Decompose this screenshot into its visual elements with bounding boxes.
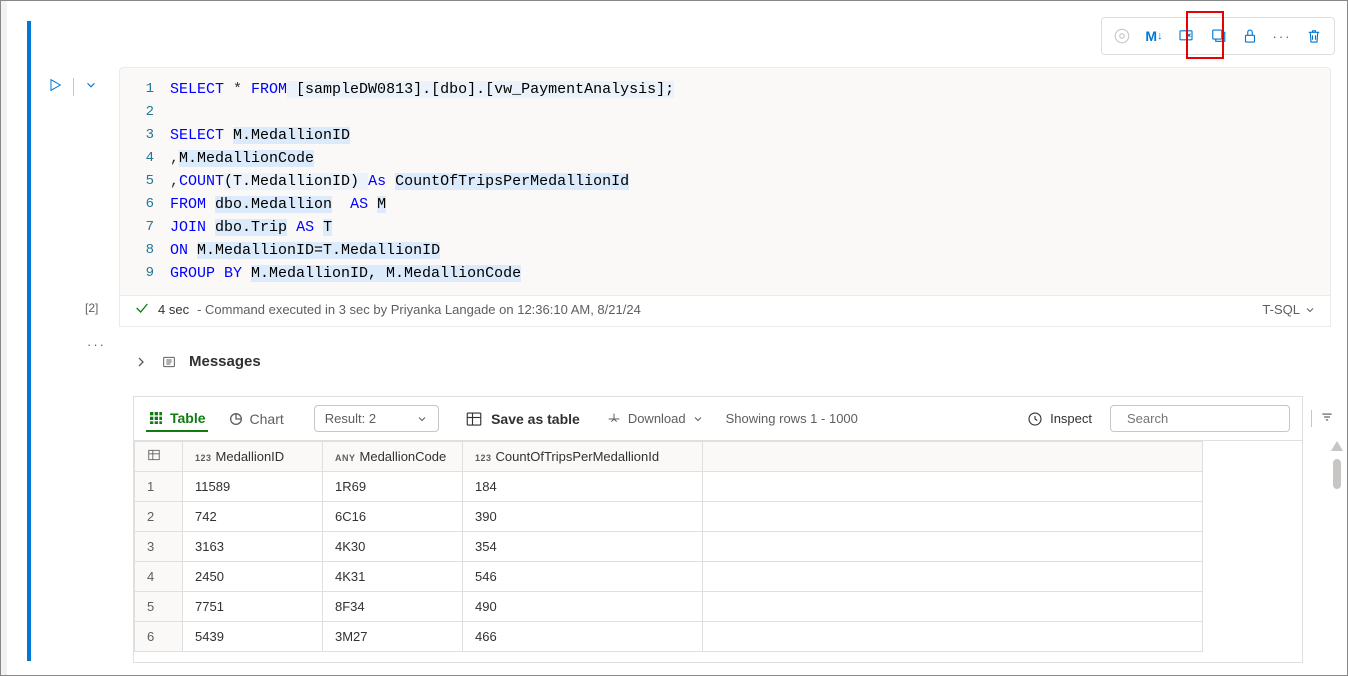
row-number: 3 <box>135 532 183 562</box>
search-input[interactable] <box>1127 411 1303 426</box>
cell-indicator-bar <box>27 21 31 661</box>
success-check-icon <box>134 300 150 319</box>
status-message: - Command executed in 3 sec by Priyanka … <box>197 302 641 317</box>
cell-index-label: [2] <box>85 301 98 315</box>
tab-table[interactable]: Table <box>146 406 208 432</box>
cell[interactable]: 3163 <box>183 532 323 562</box>
cell[interactable]: 6C16 <box>323 502 463 532</box>
messages-icon <box>161 354 177 370</box>
results-table[interactable]: 123MedallionIDANYMedallionCode123CountOf… <box>134 441 1302 662</box>
code-content[interactable]: SELECT M.MedallionID <box>170 124 350 147</box>
cell[interactable]: 2450 <box>183 562 323 592</box>
row-number: 2 <box>135 502 183 532</box>
table-row[interactable]: 1115891R69184 <box>135 472 1203 502</box>
cell[interactable]: 4K31 <box>323 562 463 592</box>
line-number: 9 <box>120 262 170 285</box>
column-header[interactable]: 123MedallionID <box>183 442 323 472</box>
cell[interactable]: 1R69 <box>323 472 463 502</box>
run-dropdown[interactable] <box>84 78 98 95</box>
cell[interactable]: 546 <box>463 562 703 592</box>
inspect-button[interactable]: Inspect <box>1026 410 1092 428</box>
chevron-right-icon <box>133 354 149 370</box>
copilot-icon[interactable] <box>1107 21 1137 51</box>
table-row[interactable]: 27426C16390 <box>135 502 1203 532</box>
lock-icon[interactable] <box>1235 21 1265 51</box>
table-row[interactable]: 577518F34490 <box>135 592 1203 622</box>
chevron-down-icon <box>692 413 704 425</box>
messages-label: Messages <box>189 353 261 370</box>
cell[interactable]: 466 <box>463 622 703 652</box>
status-duration: 4 sec <box>158 302 189 317</box>
row-number: 4 <box>135 562 183 592</box>
result-set-selector[interactable]: Result: 2 <box>314 405 439 432</box>
line-number: 3 <box>120 124 170 147</box>
cell-more-icon[interactable]: ··· <box>87 337 106 352</box>
cell[interactable]: 8F34 <box>323 592 463 622</box>
clear-output-icon[interactable] <box>1171 21 1201 51</box>
cell[interactable]: 390 <box>463 502 703 532</box>
row-number: 1 <box>135 472 183 502</box>
column-header[interactable]: ANYMedallionCode <box>323 442 463 472</box>
language-selector[interactable]: T-SQL <box>1262 302 1316 317</box>
line-number: 1 <box>120 78 170 101</box>
tab-chart[interactable]: Chart <box>226 407 286 431</box>
cell[interactable]: 184 <box>463 472 703 502</box>
line-number: 8 <box>120 239 170 262</box>
cell[interactable]: 354 <box>463 532 703 562</box>
cell[interactable]: 490 <box>463 592 703 622</box>
table-row[interactable]: 424504K31546 <box>135 562 1203 592</box>
code-content[interactable]: ,M.MedallionCode <box>170 147 314 170</box>
more-icon[interactable]: ··· <box>1267 21 1297 51</box>
cell[interactable]: 3M27 <box>323 622 463 652</box>
cell[interactable]: 11589 <box>183 472 323 502</box>
line-number: 6 <box>120 193 170 216</box>
rows-showing-label: Showing rows 1 - 1000 <box>726 411 858 426</box>
line-number: 2 <box>120 101 170 124</box>
line-number: 5 <box>120 170 170 193</box>
cell[interactable]: 4K30 <box>323 532 463 562</box>
code-content[interactable]: ,COUNT(T.MedallionID) As CountOfTripsPer… <box>170 170 629 193</box>
table-icon <box>465 410 483 428</box>
download-icon <box>606 411 622 427</box>
results-panel: Table Chart Result: 2 Save as table Down… <box>133 396 1303 663</box>
results-toolbar: Table Chart Result: 2 Save as table Down… <box>134 397 1302 441</box>
code-content[interactable]: FROM dbo.Medallion AS M <box>170 193 386 216</box>
inspect-icon <box>1026 410 1044 428</box>
run-button[interactable] <box>47 77 63 96</box>
table-row[interactable]: 654393M27466 <box>135 622 1203 652</box>
cell[interactable]: 5439 <box>183 622 323 652</box>
status-bar: 4 sec - Command executed in 3 sec by Pri… <box>119 293 1331 327</box>
save-as-table-button[interactable]: Save as table <box>465 410 580 428</box>
cell[interactable]: 742 <box>183 502 323 532</box>
cell-toolbar: M↓ ··· <box>1101 17 1335 55</box>
delete-icon[interactable] <box>1299 21 1329 51</box>
download-button[interactable]: Download <box>606 411 704 427</box>
markdown-icon[interactable]: M↓ <box>1139 21 1169 51</box>
code-editor[interactable]: 1SELECT * FROM [sampleDW0813].[dbo].[vw_… <box>119 67 1331 296</box>
line-number: 4 <box>120 147 170 170</box>
row-number: 6 <box>135 622 183 652</box>
multiple-windows-icon[interactable] <box>1203 21 1233 51</box>
run-controls <box>47 77 98 96</box>
column-header[interactable]: 123CountOfTripsPerMedallionId <box>463 442 703 472</box>
row-number: 5 <box>135 592 183 622</box>
cell[interactable]: 7751 <box>183 592 323 622</box>
messages-section[interactable]: Messages <box>133 353 261 370</box>
table-corner-icon[interactable] <box>135 442 183 472</box>
left-rail <box>1 1 7 675</box>
code-content[interactable]: GROUP BY M.MedallionID, M.MedallionCode <box>170 262 521 285</box>
code-content[interactable]: ON M.MedallionID=T.MedallionID <box>170 239 440 262</box>
line-number: 7 <box>120 216 170 239</box>
table-row[interactable]: 331634K30354 <box>135 532 1203 562</box>
code-content[interactable]: SELECT * FROM [sampleDW0813].[dbo].[vw_P… <box>170 78 674 101</box>
search-box[interactable] <box>1110 405 1290 432</box>
scrollbar[interactable] <box>1331 441 1341 504</box>
filter-icon[interactable] <box>1311 410 1334 427</box>
code-content[interactable]: JOIN dbo.Trip AS T <box>170 216 332 239</box>
